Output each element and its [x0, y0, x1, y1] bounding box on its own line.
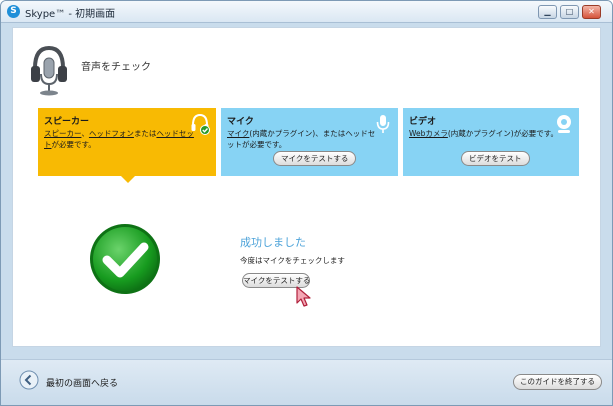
mic-card[interactable]: マイク マイク(内蔵かプラグイン)、またはヘッドセットが必要です。 マイクをテス…	[221, 108, 398, 176]
success-title: 成功しました	[240, 236, 306, 249]
test-mic-card-button[interactable]: マイクをテストする	[273, 151, 357, 166]
selected-card-pointer	[120, 175, 136, 183]
main-panel: 音声をチェック スピーカー スピーカー、ヘッドフォンまたはヘッドセットが必要です…	[12, 27, 601, 347]
mic-card-title: マイク	[227, 117, 254, 127]
video-card-description: Webカメラ(内蔵かプラグイン)が必要です。	[409, 128, 561, 139]
success-check-icon	[90, 224, 160, 294]
skype-logo-icon: S	[7, 5, 20, 18]
success-subtitle: 今度はマイクをチェックします	[240, 256, 345, 265]
desc-text: (内蔵かプラグイン)、またはヘッドセットが必要です。	[227, 129, 376, 149]
microphone-icon	[376, 115, 390, 133]
webcam-icon	[557, 115, 571, 133]
maximize-button[interactable]: □	[560, 5, 579, 19]
mic-link[interactable]: マイク	[227, 129, 249, 138]
desc-separator: 、	[81, 129, 89, 138]
mic-card-description: マイク(内蔵かプラグイン)、またはヘッドセットが必要です。	[227, 128, 379, 150]
speaker-card[interactable]: スピーカー スピーカー、ヘッドフォンまたはヘッドセットが必要です。	[38, 108, 216, 176]
headphone-link[interactable]: ヘッドフォン	[89, 129, 134, 138]
webcam-link[interactable]: Webカメラ	[409, 129, 448, 138]
desc-text: が必要です。	[51, 140, 96, 149]
speaker-card-title: スピーカー	[44, 117, 90, 127]
desc-text: または	[133, 129, 157, 138]
back-arrow-icon[interactable]	[19, 370, 39, 390]
back-to-start-link[interactable]: 最初の画面へ戻る	[46, 376, 118, 389]
test-video-button[interactable]: ビデオをテスト	[461, 151, 530, 166]
skype-window: S Skype™ - 初期画面 ▁ □ ✕ 音声をチェック スピーカー スピーカ…	[0, 0, 613, 406]
window-title: Skype™ - 初期画面	[25, 9, 116, 20]
footer-bar: 最初の画面へ戻る このガイドを終了する	[1, 359, 612, 405]
end-guide-button[interactable]: このガイドを終了する	[513, 374, 602, 390]
page-title: 音声をチェック	[81, 62, 151, 73]
speaker-card-description: スピーカー、ヘッドフォンまたはヘッドセットが必要です。	[44, 128, 196, 150]
title-bar: S Skype™ - 初期画面 ▁ □ ✕	[1, 1, 612, 23]
headset-icon	[31, 45, 67, 96]
desc-text: (内蔵かプラグイン)が必要です。	[447, 129, 558, 138]
minimize-button[interactable]: ▁	[538, 5, 557, 19]
headphones-check-icon	[191, 113, 210, 135]
mouse-pointer-icon	[296, 286, 311, 307]
video-card-title: ビデオ	[409, 117, 437, 127]
speaker-link[interactable]: スピーカー	[44, 129, 81, 138]
video-card[interactable]: ビデオ Webカメラ(内蔵かプラグイン)が必要です。 ビデオをテスト	[403, 108, 579, 176]
close-button[interactable]: ✕	[582, 5, 601, 19]
